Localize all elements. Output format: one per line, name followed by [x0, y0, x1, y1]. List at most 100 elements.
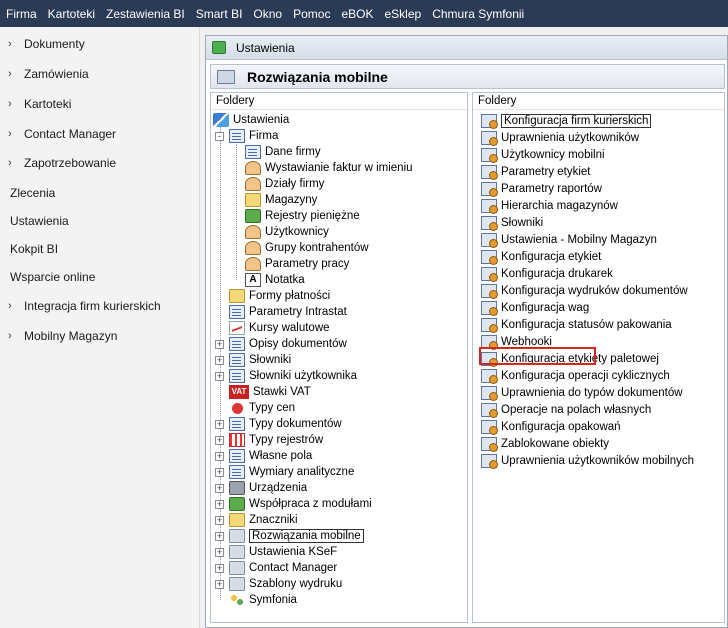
settings-item[interactable]: Konfiguracja opakowań — [481, 419, 621, 435]
tree-item[interactable]: Dane firmy — [245, 144, 321, 160]
nav-item-label: Wsparcie online — [10, 270, 96, 284]
tree-item-label: Dane firmy — [265, 146, 321, 158]
settings-item[interactable]: Konfiguracja drukarek — [481, 266, 613, 282]
settings-item[interactable]: Zablokowane obiekty — [481, 436, 609, 452]
tree-item-label: Formy płatności — [249, 290, 331, 302]
settings-item[interactable]: Operacje na polach własnych — [481, 402, 651, 418]
tree-item[interactable]: Rejestry pieniężne — [245, 208, 360, 224]
tree-item[interactable]: VAT Stawki VAT — [229, 384, 311, 400]
tree-item[interactable]: Opisy dokumentów — [229, 336, 347, 352]
expand-icon[interactable]: + — [215, 436, 224, 445]
document-icon — [229, 369, 245, 383]
grid-icon — [229, 433, 245, 447]
tree-item[interactable]: Firma — [229, 128, 278, 144]
settings-item[interactable]: Uprawnienia użytkowników — [481, 130, 639, 146]
tree-item[interactable]: Ustawienia KSeF — [229, 544, 337, 560]
expand-icon[interactable]: + — [215, 532, 224, 541]
nav-item-zlecenia[interactable]: Zlecenia — [0, 181, 200, 205]
settings-item[interactable]: Użytkownicy mobilni — [481, 147, 605, 163]
expand-icon[interactable]: + — [215, 452, 224, 461]
tree-item-label: Słowniki — [249, 354, 292, 366]
expand-icon[interactable]: + — [215, 356, 224, 365]
settings-item[interactable]: Konfiguracja statusów pakowania — [481, 317, 672, 333]
expand-icon[interactable]: + — [215, 548, 224, 557]
tree-item[interactable]: Magazyny — [245, 192, 317, 208]
settings-item[interactable]: Konfiguracja operacji cyklicznych — [481, 368, 670, 384]
menu-item-esklep[interactable]: eSklep — [384, 7, 421, 21]
settings-item[interactable]: Słowniki — [481, 215, 543, 231]
expand-icon[interactable]: + — [215, 516, 224, 525]
expand-icon[interactable]: + — [215, 420, 224, 429]
menu-item-kartoteki[interactable]: Kartoteki — [48, 7, 95, 21]
settings-item[interactable]: Parametry etykiet — [481, 164, 590, 180]
nav-item-zapotrzebowanie[interactable]: › Zapotrzebowanie — [0, 151, 200, 175]
settings-item[interactable]: Hierarchia magazynów — [481, 198, 618, 214]
tree-item[interactable]: Parametry Intrastat — [229, 304, 347, 320]
collapse-icon[interactable]: - — [215, 132, 224, 141]
tree-item-label: Magazyny — [265, 194, 318, 206]
menu-item-chmura-symfonii[interactable]: Chmura Symfonii — [432, 7, 524, 21]
building-icon — [229, 129, 245, 143]
expand-icon[interactable]: + — [215, 500, 224, 509]
tree-item[interactable]: Wystawianie faktur w imieniu — [245, 160, 413, 176]
document-icon — [229, 465, 245, 479]
tree-item[interactable]: Własne pola — [229, 448, 312, 464]
settings-item[interactable]: Konfiguracja wag — [481, 300, 589, 316]
expand-icon[interactable]: + — [215, 484, 224, 493]
menu-item-ebok[interactable]: eBOK — [341, 7, 373, 21]
tree-item[interactable]: Formy płatności — [229, 288, 330, 304]
window-titlebar[interactable]: Ustawienia — [206, 36, 727, 60]
tree-item[interactable]: Współpraca z modułami — [229, 496, 372, 512]
menu-item-okno[interactable]: Okno — [253, 7, 282, 21]
nav-item-contact-manager[interactable]: › Contact Manager — [0, 122, 200, 146]
tree-item[interactable]: Ustawienia — [213, 112, 289, 128]
money-icon — [245, 209, 261, 223]
tree-item-label: Znaczniki — [249, 514, 298, 526]
tree-item[interactable]: Użytkownicy — [245, 224, 329, 240]
settings-item[interactable]: Uprawnienia użytkowników mobilnych — [481, 453, 694, 469]
tree-item[interactable]: A Notatka — [245, 272, 305, 288]
nav-item-dokumenty[interactable]: › Dokumenty — [0, 32, 200, 56]
tree-item[interactable]: Grupy kontrahentów — [245, 240, 369, 256]
expand-icon[interactable]: + — [215, 580, 224, 589]
tree-item[interactable]: Urządzenia — [229, 480, 307, 496]
nav-item-kartoteki[interactable]: › Kartoteki — [0, 92, 200, 116]
nav-item-label: Dokumenty — [24, 37, 85, 51]
folder-gray-icon — [229, 577, 245, 591]
tree-item[interactable]: Kursy walutowe — [229, 320, 330, 336]
menu-item-smart-bi[interactable]: Smart BI — [196, 7, 243, 21]
tree-item[interactable]: Rozwiązania mobilne — [229, 528, 364, 544]
nav-item-zamówienia[interactable]: › Zamówienia — [0, 62, 200, 86]
menu-item-zestawienia-bi[interactable]: Zestawienia BI — [106, 7, 185, 21]
settings-item[interactable]: Ustawienia - Mobilny Magazyn — [481, 232, 657, 248]
settings-item[interactable]: Konfiguracja etykiet — [481, 249, 601, 265]
expand-icon[interactable]: + — [215, 372, 224, 381]
tree-item[interactable]: Typy cen — [229, 400, 295, 416]
tree-item[interactable]: Słowniki użytkownika — [229, 368, 357, 384]
tree-item[interactable]: Znaczniki — [229, 512, 298, 528]
tree-item[interactable]: Typy rejestrów — [229, 432, 323, 448]
settings-item[interactable]: Parametry raportów — [481, 181, 602, 197]
tree-item[interactable]: Działy firmy — [245, 176, 324, 192]
tree-item[interactable]: Szablony wydruku — [229, 576, 342, 592]
expand-icon[interactable]: + — [215, 468, 224, 477]
settings-item[interactable]: Uprawnienia do typów dokumentów — [481, 385, 683, 401]
nav-item-wsparcie-online[interactable]: Wsparcie online — [0, 265, 200, 289]
expand-icon[interactable]: + — [215, 564, 224, 573]
nav-item-kokpit-bi[interactable]: Kokpit BI — [0, 237, 200, 261]
menu-item-pomoc[interactable]: Pomoc — [293, 7, 330, 21]
tree-item[interactable]: Contact Manager — [229, 560, 337, 576]
tree-item[interactable]: Typy dokumentów — [229, 416, 342, 432]
menu-item-firma[interactable]: Firma — [6, 7, 37, 21]
nav-item-integracja-firm-kurierskich[interactable]: › Integracja firm kurierskich — [0, 294, 200, 318]
settings-document-icon — [481, 301, 498, 316]
nav-item-mobilny-magazyn[interactable]: › Mobilny Magazyn — [0, 324, 200, 348]
tree-item[interactable]: Parametry pracy — [245, 256, 349, 272]
settings-item[interactable]: Konfiguracja firm kurierskich — [481, 113, 652, 129]
nav-item-ustawienia[interactable]: Ustawienia — [0, 209, 200, 233]
tree-item[interactable]: Słowniki — [229, 352, 291, 368]
expand-icon[interactable]: + — [215, 340, 224, 349]
tree-item[interactable]: Symfonia — [229, 592, 297, 608]
settings-item[interactable]: Konfiguracja wydruków dokumentów — [481, 283, 688, 299]
tree-item[interactable]: Wymiary analityczne — [229, 464, 354, 480]
